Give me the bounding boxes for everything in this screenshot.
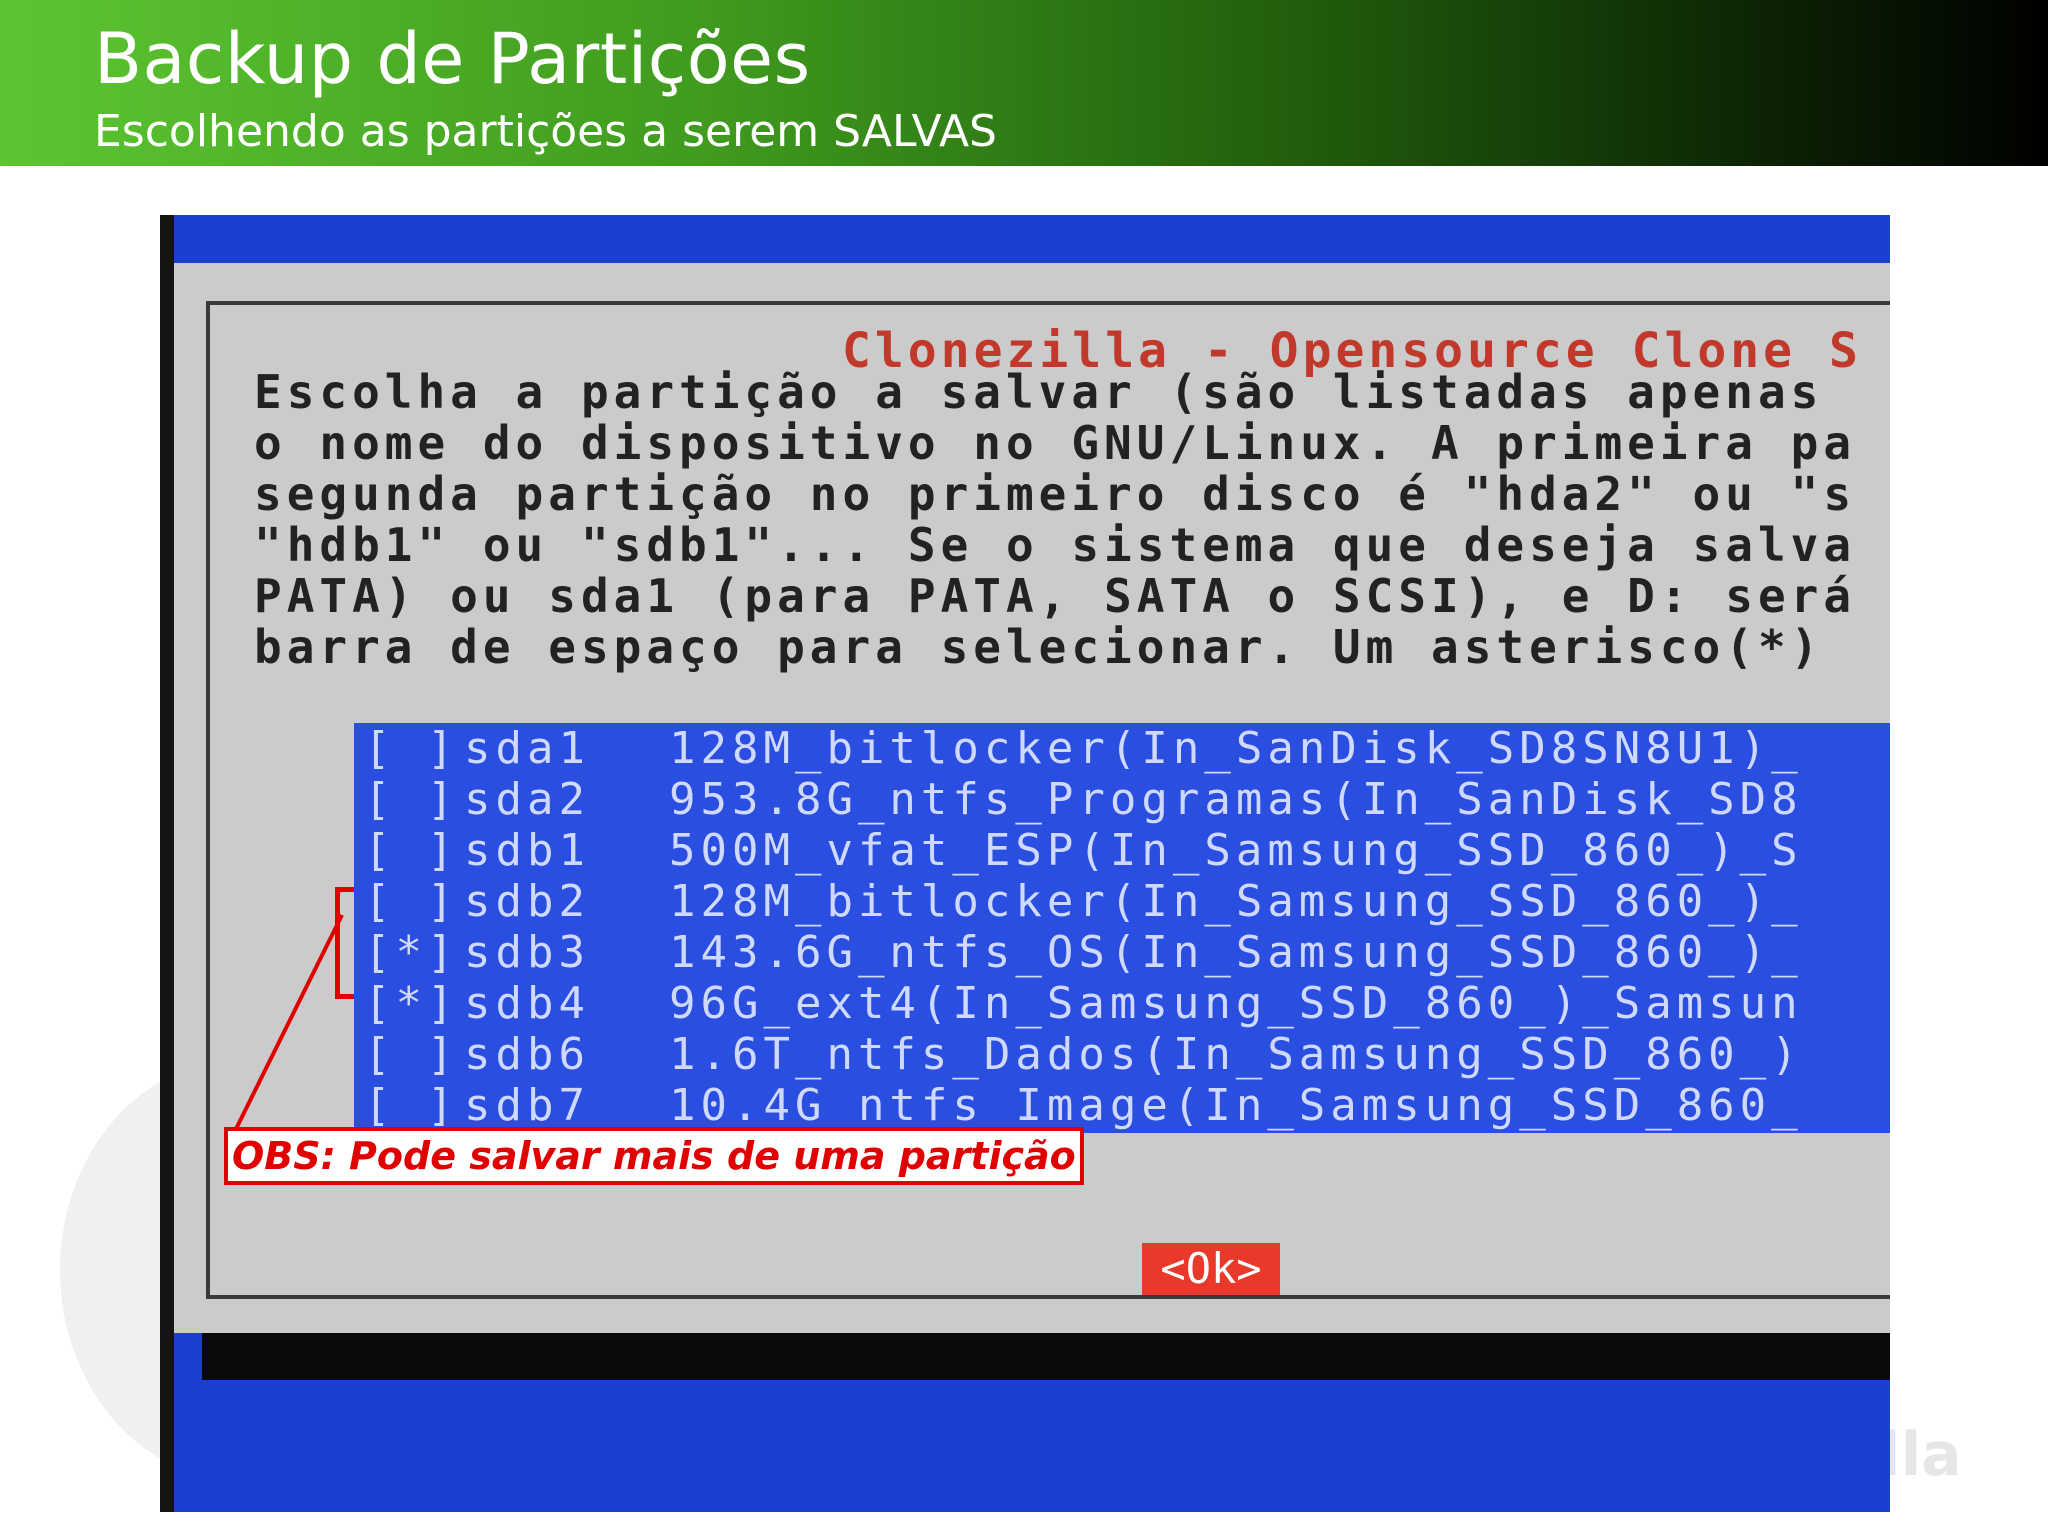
watermark-text: lla (1880, 1420, 1962, 1490)
terminal-photo: Clonezilla - Opensource Clone S Escolha … (160, 215, 1890, 1512)
slide-header: Backup de Partições Escolhendo as partiç… (0, 0, 2048, 166)
slide-subtitle: Escolhendo as partições a serem SALVAS (94, 106, 997, 157)
annotation-pointer-line (232, 914, 344, 1134)
annotation-pointer (232, 914, 344, 1134)
slide-title: Backup de Partições (94, 18, 811, 100)
annotation-note: OBS: Pode salvar mais de uma partição (224, 1127, 1084, 1185)
